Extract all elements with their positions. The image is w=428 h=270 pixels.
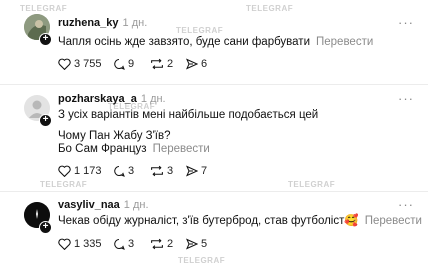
repost-count: 2 [167,238,174,250]
reply-count: 3 [128,238,135,250]
comment-text: Чекав обіду журналіст, з'їв бутерброд, с… [58,215,359,227]
reply-button[interactable]: 9 [113,58,134,70]
follow-plus-icon[interactable]: + [39,114,52,127]
reply-count: 9 [128,58,135,70]
comment-icon [114,59,125,70]
reply-button[interactable]: 3 [113,238,134,250]
like-button[interactable]: 1 335 [58,238,102,250]
send-icon [186,238,198,250]
share-button[interactable]: 7 [186,165,207,177]
comment-text: З усіх варіантів мені найбільше подобаєт… [58,109,319,121]
like-button[interactable]: 3 755 [58,58,102,70]
comment-text: Чапля осінь жде завзято, буде сани фарбу… [58,36,310,48]
like-count: 1 335 [74,238,102,250]
share-count: 5 [201,238,208,250]
heart-icon [58,165,71,177]
more-options-icon[interactable]: ··· [398,91,414,106]
comment-text: Чому Пан Жабу З'їв? [58,130,171,142]
send-icon [186,165,198,177]
timestamp: 1 дн. [122,17,148,29]
more-options-icon[interactable]: ··· [398,197,414,212]
reply-count: 3 [128,165,135,177]
more-options-icon[interactable]: ··· [398,15,414,30]
repost-button[interactable]: 2 [150,238,173,250]
reply-button[interactable]: 3 [113,165,134,177]
share-count: 6 [201,58,208,70]
repost-button[interactable]: 2 [150,58,173,70]
follow-plus-icon[interactable]: + [39,221,52,234]
comment: + pozharskaya_a 1 дн. ··· З усіх варіанті… [0,85,428,191]
like-count: 3 755 [74,58,102,70]
comment-icon [114,239,125,250]
share-button[interactable]: 6 [186,58,207,70]
translate-link[interactable]: Перевести [153,143,210,155]
like-button[interactable]: 1 173 [58,165,102,177]
repost-count: 3 [167,165,174,177]
share-button[interactable]: 5 [186,238,207,250]
send-icon [186,58,198,70]
repost-icon [151,238,163,250]
username[interactable]: vasyliv_naa [58,199,120,211]
comment-icon [114,166,125,177]
comment-text: Бо Сам Француз [58,143,147,155]
follow-plus-icon[interactable]: + [39,33,52,46]
translate-link[interactable]: Перевести [365,215,422,227]
share-count: 7 [201,165,208,177]
username[interactable]: pozharskaya_a [58,93,137,105]
repost-button[interactable]: 3 [150,165,173,177]
translate-link[interactable]: Перевести [316,36,373,48]
repost-count: 2 [167,58,174,70]
repost-icon [151,165,163,177]
comment: + ruzhena_ky 1 дн. ··· Чапля осінь жде за… [0,0,428,84]
heart-icon [58,58,71,70]
timestamp: 1 дн. [123,199,149,211]
comment: + vasyliv_naa 1 дн. ··· Чекав обіду журна… [0,192,428,270]
repost-icon [151,58,163,70]
heart-icon [58,238,71,250]
like-count: 1 173 [74,165,102,177]
username[interactable]: ruzhena_ky [58,17,119,29]
timestamp: 1 дн. [140,93,166,105]
